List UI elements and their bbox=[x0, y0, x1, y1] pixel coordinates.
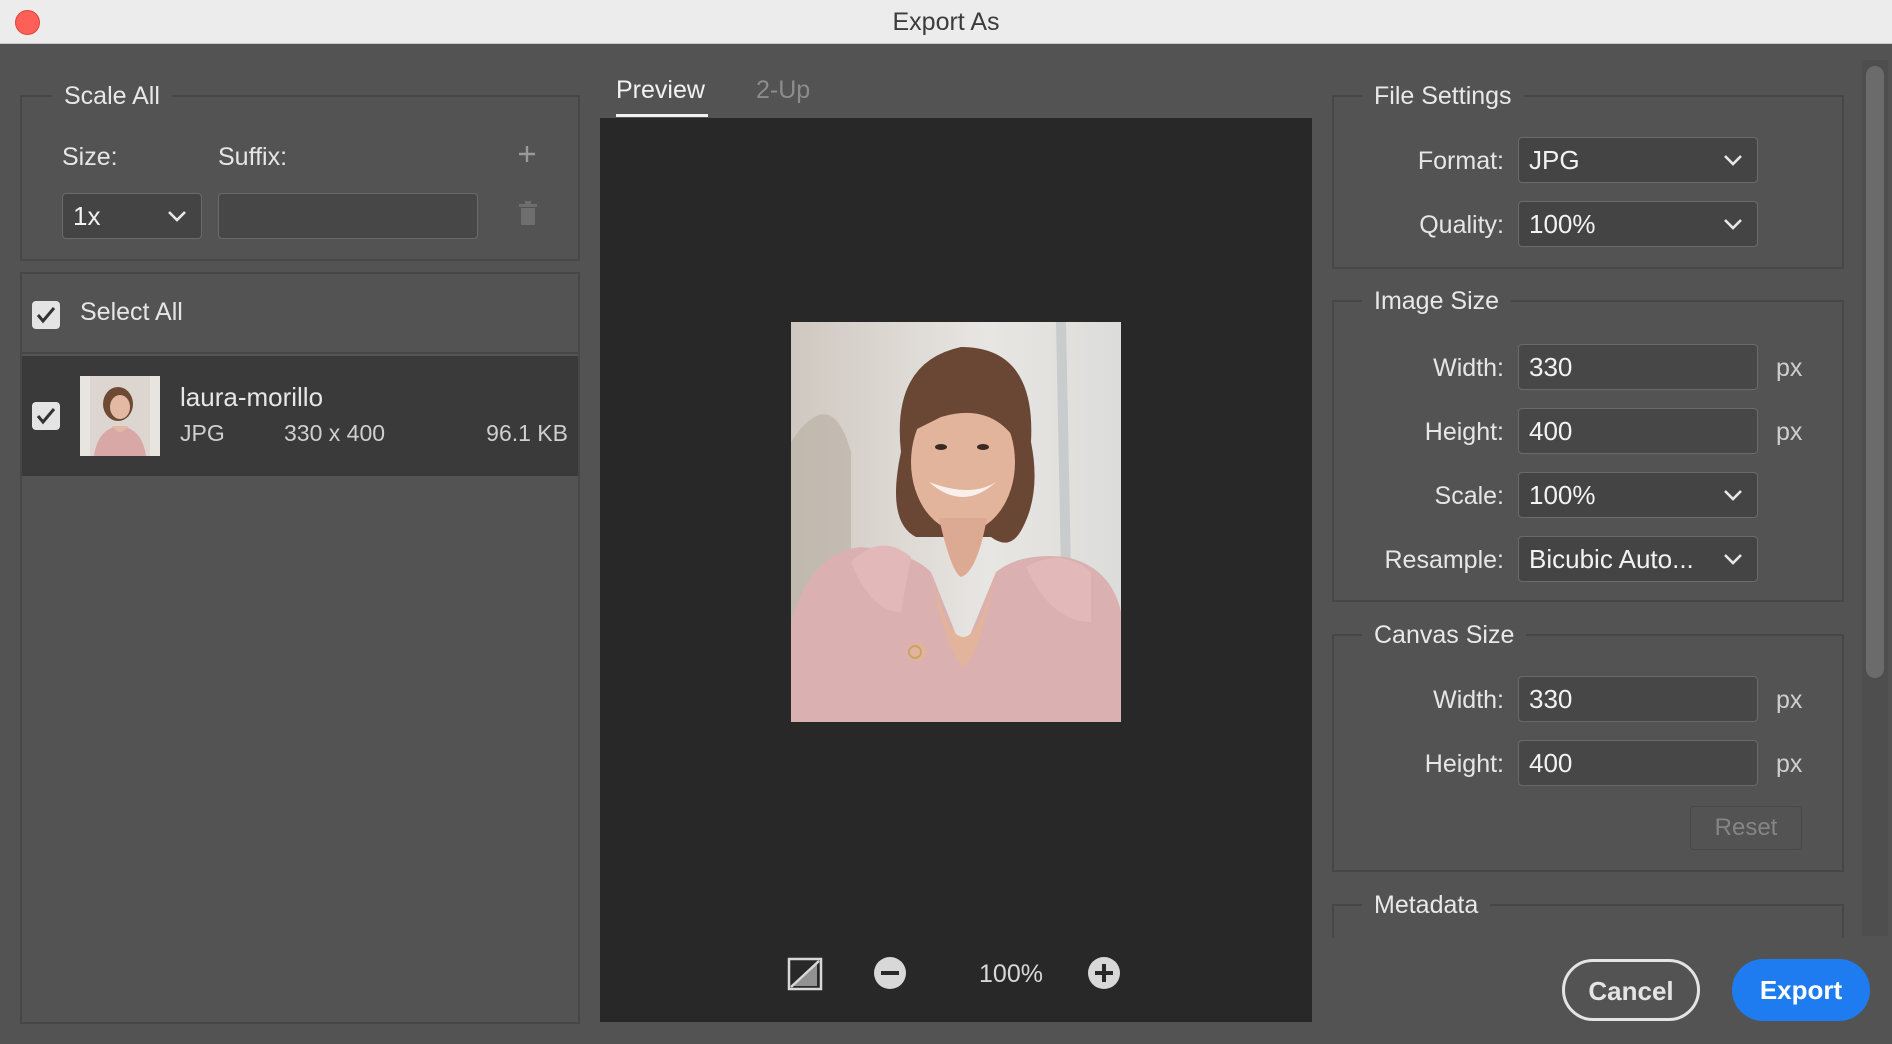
trash-icon[interactable] bbox=[517, 201, 539, 227]
file-row[interactable]: laura-morillo JPG 330 x 400 96.1 KB bbox=[22, 356, 578, 476]
canvas-height-unit: px bbox=[1776, 750, 1803, 778]
canvas-size-group: Canvas Size Width: 330 px Height: 400 px… bbox=[1332, 618, 1844, 872]
cancel-button[interactable]: Cancel bbox=[1562, 959, 1700, 1021]
chevron-down-icon bbox=[1721, 148, 1745, 172]
file-dimensions: 330 x 400 bbox=[284, 420, 386, 446]
select-all-row[interactable]: Select All bbox=[22, 274, 578, 354]
image-height-label: Height: bbox=[1424, 418, 1504, 446]
zoom-in-icon[interactable] bbox=[1087, 956, 1121, 990]
file-settings-group: File Settings Format: JPG Quality: 100% bbox=[1332, 79, 1844, 269]
scale-select-value: 100% bbox=[1529, 480, 1596, 510]
tab-2-up[interactable]: 2-Up bbox=[756, 76, 810, 105]
image-height-unit: px bbox=[1776, 418, 1803, 446]
canvas-size-title: Canvas Size bbox=[1362, 618, 1527, 652]
file-thumbnail bbox=[80, 376, 160, 456]
canvas-height-label: Height: bbox=[1424, 750, 1504, 778]
size-select[interactable]: 1x bbox=[62, 193, 202, 239]
format-select-value: JPG bbox=[1529, 145, 1580, 175]
image-width-label: Width: bbox=[1433, 354, 1504, 382]
resample-label: Resample: bbox=[1384, 546, 1505, 574]
title-bar: Export As bbox=[0, 0, 1892, 44]
resample-select[interactable]: Bicubic Auto... bbox=[1518, 536, 1758, 582]
format-select[interactable]: JPG bbox=[1518, 137, 1758, 183]
quality-label: Quality: bbox=[1419, 211, 1504, 239]
file-list-panel: Select All laura-morillo JPG 330 x 400 9… bbox=[20, 272, 580, 1024]
resample-select-value: Bicubic Auto... bbox=[1529, 544, 1694, 574]
zoom-level: 100% bbox=[979, 960, 1043, 988]
preview-area[interactable]: 100% bbox=[600, 118, 1312, 1022]
window-title: Export As bbox=[892, 8, 1000, 36]
zoom-out-icon[interactable] bbox=[873, 956, 907, 990]
image-size-title: Image Size bbox=[1362, 284, 1512, 318]
metadata-group: Metadata bbox=[1332, 888, 1844, 938]
preview-image bbox=[791, 322, 1121, 722]
scale-all-group: Scale All Size: Suffix: 1x bbox=[20, 79, 580, 261]
format-label: Format: bbox=[1417, 147, 1504, 175]
canvas-width-field[interactable]: 330 bbox=[1518, 676, 1758, 722]
tab-preview[interactable]: Preview bbox=[616, 76, 705, 105]
add-scale-icon[interactable] bbox=[516, 143, 538, 165]
chevron-down-icon bbox=[1721, 212, 1745, 236]
scale-all-title: Scale All bbox=[52, 79, 172, 113]
file-format: JPG bbox=[180, 420, 225, 446]
reset-button[interactable]: Reset bbox=[1690, 806, 1802, 850]
file-size: 96.1 KB bbox=[486, 420, 568, 446]
file-name: laura-morillo bbox=[180, 382, 324, 412]
chevron-down-icon bbox=[1721, 547, 1745, 571]
image-width-unit: px bbox=[1776, 354, 1803, 382]
size-select-value: 1x bbox=[73, 201, 101, 231]
scale-select[interactable]: 100% bbox=[1518, 472, 1758, 518]
settings-scrollbar[interactable] bbox=[1866, 66, 1884, 678]
scale-label: Scale: bbox=[1434, 482, 1504, 510]
suffix-label: Suffix: bbox=[218, 143, 288, 171]
image-width-field[interactable]: 330 bbox=[1518, 344, 1758, 390]
select-all-label: Select All bbox=[80, 298, 183, 326]
file-settings-title: File Settings bbox=[1362, 79, 1524, 113]
canvas-width-unit: px bbox=[1776, 686, 1803, 714]
select-all-checkbox[interactable] bbox=[32, 301, 60, 329]
metadata-title: Metadata bbox=[1362, 888, 1491, 922]
image-height-field[interactable]: 400 bbox=[1518, 408, 1758, 454]
size-label: Size: bbox=[62, 143, 118, 171]
canvas-width-label: Width: bbox=[1433, 686, 1504, 714]
image-size-group: Image Size Width: 330 px Height: 400 px … bbox=[1332, 284, 1844, 602]
chevron-down-icon bbox=[165, 204, 189, 228]
suffix-input[interactable] bbox=[218, 193, 478, 239]
file-row-checkbox[interactable] bbox=[32, 402, 60, 430]
chevron-down-icon bbox=[1721, 483, 1745, 507]
export-button[interactable]: Export bbox=[1732, 959, 1870, 1021]
quality-select-value: 100% bbox=[1529, 209, 1596, 239]
toggle-background-icon[interactable] bbox=[787, 956, 823, 992]
tab-preview-underline bbox=[616, 114, 708, 117]
quality-select[interactable]: 100% bbox=[1518, 201, 1758, 247]
canvas-height-field[interactable]: 400 bbox=[1518, 740, 1758, 786]
